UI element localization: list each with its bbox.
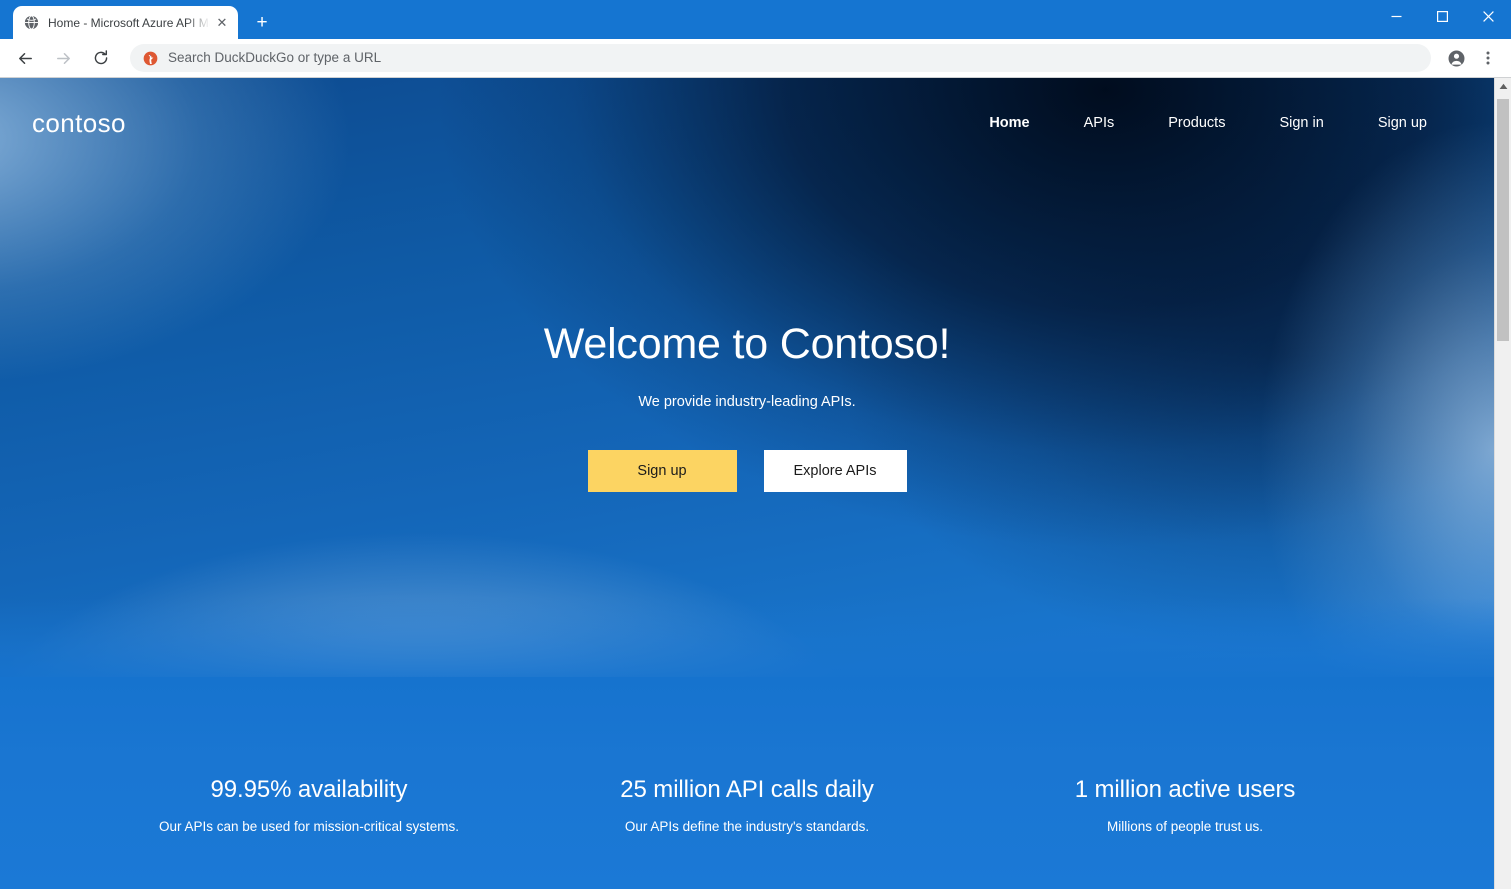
site-navigation: Home APIs Products Sign in Sign up — [962, 116, 1454, 131]
page-scrollbar[interactable] — [1494, 78, 1511, 889]
stat-item: 99.95% availability Our APIs can be used… — [90, 776, 528, 834]
scrollbar-track[interactable] — [1495, 95, 1511, 889]
scrollbar-up-arrow-icon[interactable] — [1495, 78, 1511, 95]
new-tab-button[interactable]: + — [248, 8, 276, 36]
nav-link-sign-up[interactable]: Sign up — [1351, 116, 1454, 131]
nav-link-apis[interactable]: APIs — [1057, 116, 1142, 131]
tab-title: Home - Microsoft Azure API Man — [48, 15, 210, 30]
stats-section: 99.95% availability Our APIs can be used… — [0, 776, 1494, 834]
site-header: contoso Home APIs Products Sign in Sign … — [0, 78, 1494, 168]
contoso-logo[interactable]: contoso — [32, 110, 126, 136]
close-window-button[interactable] — [1465, 0, 1511, 32]
globe-favicon — [23, 15, 39, 31]
explore-apis-button[interactable]: Explore APIs — [763, 450, 907, 493]
browser-tab[interactable]: Home - Microsoft Azure API Man ✕ — [13, 6, 238, 39]
duckduckgo-icon — [142, 50, 158, 66]
hero-title: Welcome to Contoso! — [543, 320, 951, 368]
nav-link-home[interactable]: Home — [962, 116, 1056, 131]
minimize-button[interactable] — [1373, 0, 1419, 32]
forward-button — [47, 42, 79, 74]
stat-value: 1 million active users — [1074, 776, 1296, 803]
reload-button[interactable] — [85, 42, 117, 74]
hero-cta-group: Sign up Explore APIs — [587, 450, 907, 493]
back-button[interactable] — [9, 42, 41, 74]
nav-link-products[interactable]: Products — [1141, 116, 1252, 131]
stat-value: 25 million API calls daily — [620, 776, 874, 803]
stat-description: Millions of people trust us. — [1106, 818, 1264, 834]
close-tab-icon[interactable]: ✕ — [214, 15, 230, 31]
stat-description: Our APIs define the industry's standards… — [624, 818, 870, 834]
scrollbar-thumb[interactable] — [1497, 99, 1509, 341]
contoso-developer-portal: contoso Home APIs Products Sign in Sign … — [0, 78, 1494, 889]
page-viewport: contoso Home APIs Products Sign in Sign … — [0, 78, 1511, 889]
stat-item: 1 million active users Millions of peopl… — [966, 776, 1404, 834]
stat-value: 99.95% availability — [210, 776, 408, 803]
address-bar[interactable]: Search DuckDuckGo or type a URL — [130, 44, 1431, 72]
hero-subtitle: We provide industry-leading APIs. — [638, 394, 856, 411]
browser-window: Home - Microsoft Azure API Man ✕ + Searc… — [0, 0, 1511, 889]
window-controls — [1373, 0, 1511, 32]
sign-up-button[interactable]: Sign up — [587, 450, 737, 493]
profile-avatar-icon[interactable] — [1441, 43, 1471, 73]
nav-link-sign-in[interactable]: Sign in — [1252, 116, 1350, 131]
stat-item: 25 million API calls daily Our APIs defi… — [528, 776, 966, 834]
three-dot-menu-icon[interactable] — [1473, 43, 1503, 73]
stat-description: Our APIs can be used for mission-critica… — [158, 818, 460, 834]
address-bar-placeholder: Search DuckDuckGo or type a URL — [168, 50, 382, 65]
maximize-button[interactable] — [1419, 0, 1465, 32]
browser-titlebar: Home - Microsoft Azure API Man ✕ + — [0, 0, 1511, 39]
browser-toolbar: Search DuckDuckGo or type a URL — [0, 39, 1511, 78]
